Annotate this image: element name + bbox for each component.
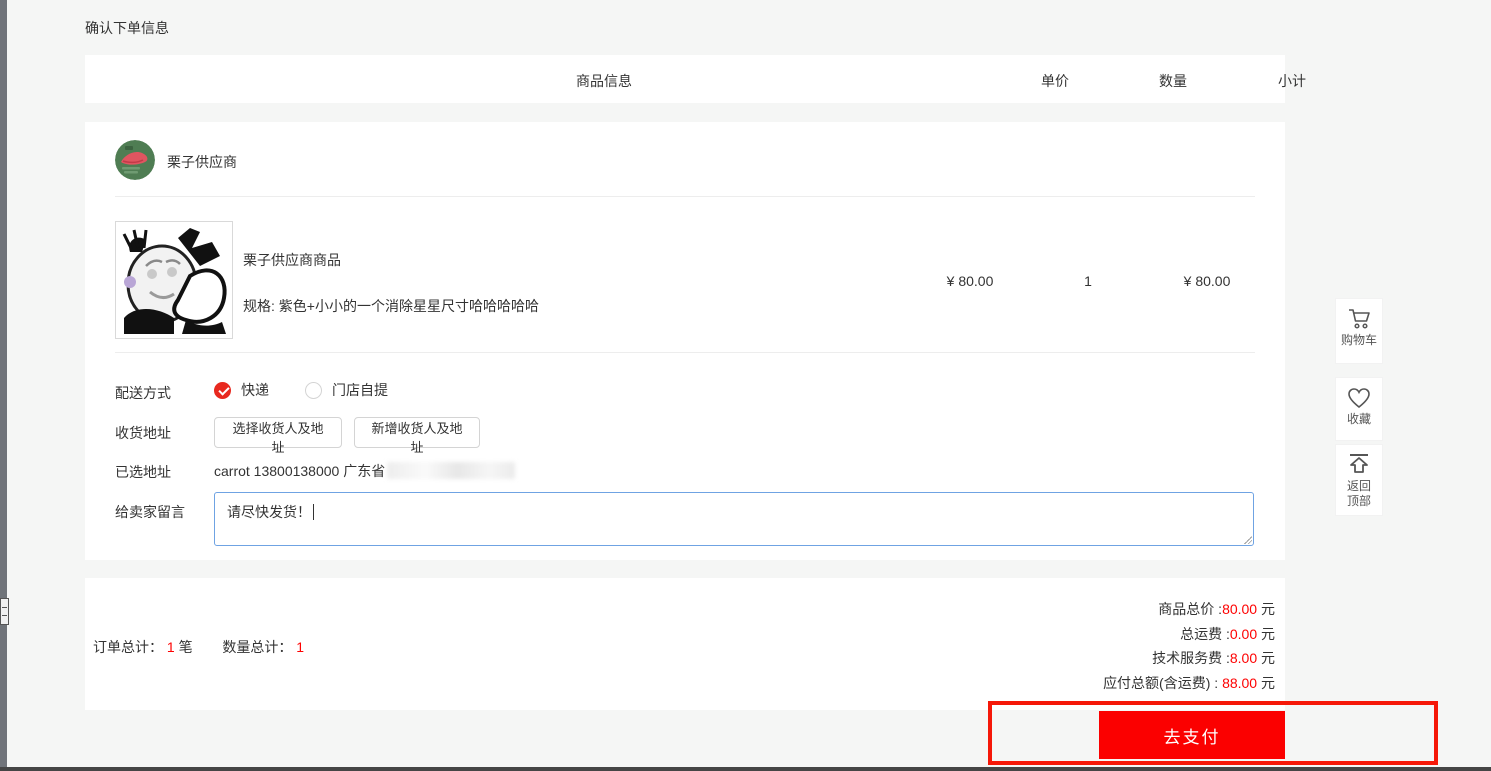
order-main-panel: 栗子供应商 栗子供应商商品 规格: 紫色+小小的一个消除星星尺寸哈哈哈哈哈 ¥ … [85,122,1285,560]
order-total-value: 1 [166,639,175,655]
page-title: 确认下单信息 [85,20,169,36]
seller-avatar[interactable] [115,140,155,180]
product-image-graphic [116,222,232,338]
seller-message-text: 请尽快发货！ [227,504,311,520]
cart-icon [1349,309,1370,329]
redacted-address-blur [387,462,516,479]
bottom-window-edge [0,767,1491,771]
selected-address-label: 已选地址 [115,464,171,480]
sidebar-item-back-to-top[interactable]: 返回顶部 [1335,444,1383,516]
order-summary-panel: 订单总计： 1 笔 数量总计： 1 商品总价 :80.00 元 总运费 :0.0… [85,578,1285,710]
sidebar-item-favorites[interactable]: 收藏 [1335,377,1383,441]
delivery-option-express[interactable]: 快递 [214,380,269,400]
summary-row-shipping-fee: 总运费 :0.00 元 [1180,625,1275,642]
heart-icon [1348,388,1370,409]
column-header-product-info: 商品信息 [576,73,632,89]
product-image[interactable] [115,221,233,339]
delivery-option-store-pickup[interactable]: 门店自提 [305,380,388,400]
delivery-options: 快递 门店自提 [214,380,412,400]
clipped-side-element [0,598,9,625]
seller-name[interactable]: 栗子供应商 [167,152,237,172]
left-window-edge [0,0,7,767]
add-address-button[interactable]: 新增收货人及地址 [354,417,480,455]
product-subtotal: ¥ 80.00 [1183,273,1231,289]
summary-row-payable-total: 应付总额(含运费) : 88.00 元 [1103,674,1275,691]
textarea-resize-handle[interactable] [1242,534,1252,544]
summary-row-goods-total: 商品总价 :80.00 元 [1158,601,1275,617]
summary-row-service-fee: 技术服务费 :8.00 元 [1152,650,1275,666]
radio-checked-icon[interactable] [214,381,231,399]
sidebar-item-cart[interactable]: 购物车 [1335,298,1383,364]
column-header-unit-price: 单价 [1041,73,1069,89]
delivery-method-label: 配送方式 [115,385,171,401]
select-address-button[interactable]: 选择收货人及地址 [214,417,342,455]
back-to-top-icon [1350,454,1368,473]
product-quantity: 1 [1084,273,1092,289]
selected-address-value: carrot 13800138000 广东省 [214,461,516,481]
radio-unchecked-icon[interactable] [305,381,322,399]
price-summary: 商品总价 :80.00 元 总运费 :0.00 元 技术服务费 :8.00 元 … [1103,597,1275,695]
text-caret [313,504,314,520]
pay-button[interactable]: 去支付 [1099,711,1285,759]
column-header-subtotal: 小计 [1278,73,1306,89]
seller-row: 栗子供应商 [115,140,1255,197]
product-spec: 规格: 紫色+小小的一个消除星星尺寸哈哈哈哈哈 [243,298,539,314]
shipping-address-label: 收货地址 [115,425,171,441]
seller-avatar-image [115,140,155,180]
product-unit-price: ¥ 80.00 [946,273,994,289]
order-totals-line: 订单总计： 1 笔 数量总计： 1 [93,637,304,657]
divider [115,352,1255,353]
order-table-header: 商品信息 单价 数量 小计 [85,55,1306,103]
quantity-total-label: 数量总计： [222,639,293,655]
seller-message-label: 给卖家留言 [115,504,185,520]
product-name[interactable]: 栗子供应商商品 [243,250,341,270]
column-header-quantity: 数量 [1159,73,1187,89]
order-total-label: 订单总计： [93,639,163,655]
quantity-total-value: 1 [296,639,305,655]
order-total-unit: 笔 [178,639,193,655]
seller-message-textarea[interactable]: 请尽快发货！ [214,492,1254,546]
